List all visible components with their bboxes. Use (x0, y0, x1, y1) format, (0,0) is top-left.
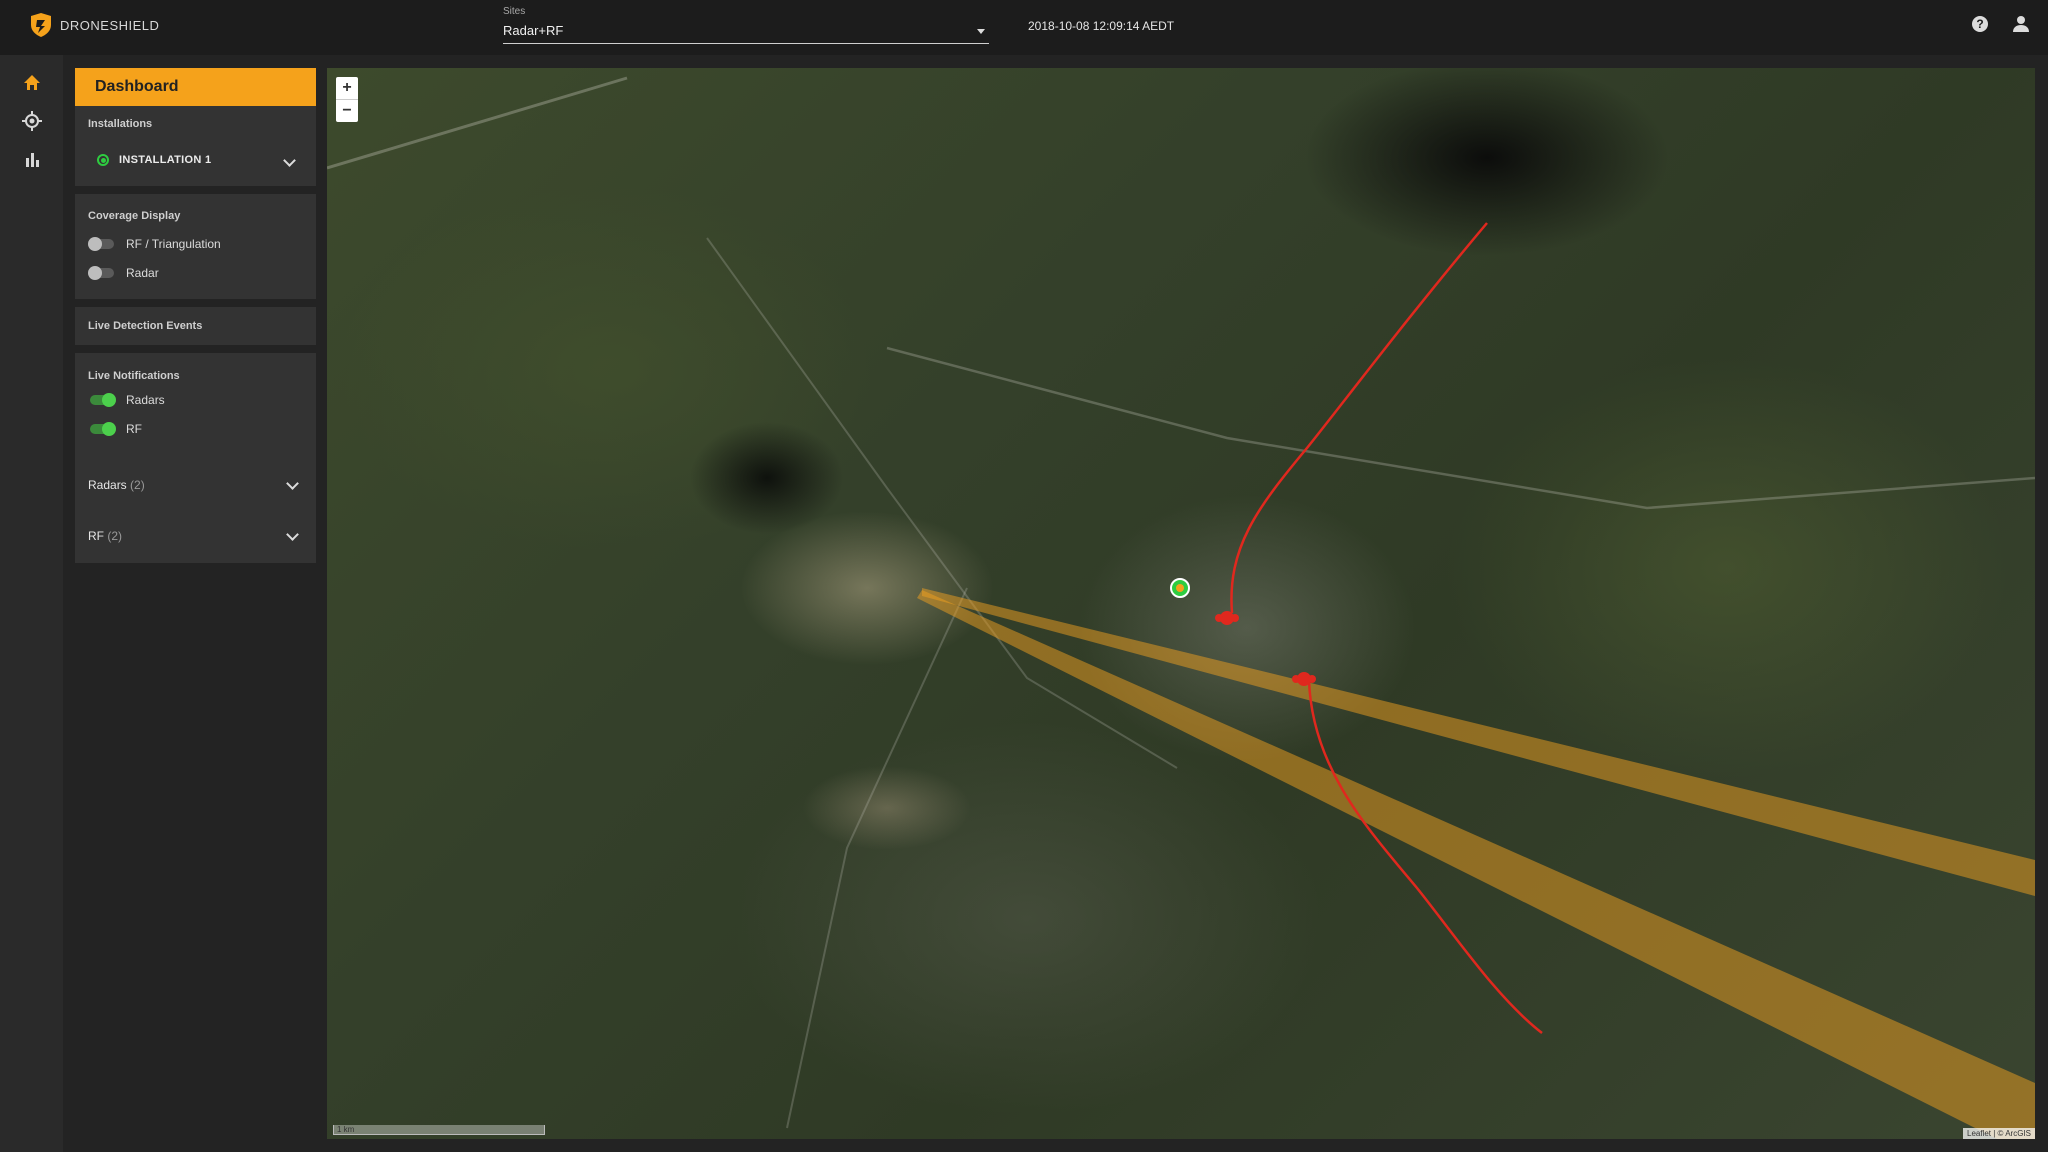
toggle-radars-row: Radars (88, 393, 165, 407)
radars-notification-toggle[interactable] (88, 393, 116, 407)
toggle-label: Radars (126, 393, 165, 407)
target-icon[interactable] (21, 110, 43, 132)
status-online-icon (97, 154, 109, 166)
zoom-out-button[interactable]: − (336, 99, 358, 122)
sites-select-field[interactable]: Radar+RF (503, 17, 989, 44)
icon-rail (0, 55, 63, 1152)
dropdown-caret-icon[interactable] (977, 29, 985, 34)
rf-notification-toggle[interactable] (88, 422, 116, 436)
top-bar: DRONESHIELD Sites Radar+RF 2018-10-08 12… (0, 0, 2048, 55)
zoom-control: + − (336, 77, 358, 122)
live-notifications-card: Live Notifications Radars RF Radars (2) … (75, 353, 316, 563)
brand-logo[interactable]: DRONESHIELD (30, 12, 159, 38)
installation-value: INSTALLATION 1 (119, 154, 212, 166)
sites-label: Sites (503, 6, 526, 17)
drone-marker-icon[interactable] (1215, 611, 1239, 625)
installation-select[interactable]: INSTALLATION 1 (97, 154, 211, 166)
radars-group-header[interactable]: Radars (2) (88, 478, 145, 492)
shield-logo-icon (31, 13, 51, 37)
live-detection-events-title: Live Detection Events (88, 320, 203, 332)
bar-chart-icon[interactable] (21, 149, 43, 171)
rf-triangulation-toggle[interactable] (88, 237, 116, 251)
group-count: (2) (107, 529, 123, 543)
toggle-rf-triangulation-row: RF / Triangulation (88, 237, 221, 251)
installations-card: Installations INSTALLATION 1 (75, 106, 316, 186)
map-scale-bar: 1 km (333, 1125, 545, 1135)
rf-group-header[interactable]: RF (2) (88, 529, 122, 543)
map-overlay (327, 76, 2035, 1139)
toggle-rf-row: RF (88, 422, 142, 436)
sites-select[interactable]: Sites Radar+RF (503, 6, 989, 44)
dashboard-panel: Dashboard Installations INSTALLATION 1 C… (75, 68, 316, 563)
toggle-label: RF (126, 422, 142, 436)
map-attribution[interactable]: Leaflet | © ArcGIS (1963, 1128, 2035, 1139)
toggle-label: Radar (126, 266, 159, 280)
coverage-display-card: Coverage Display RF / Triangulation Rada… (75, 194, 316, 299)
coverage-display-title: Coverage Display (88, 210, 181, 222)
chevron-down-icon[interactable] (283, 154, 296, 167)
current-datetime: 2018-10-08 12:09:14 AEDT (1028, 19, 1175, 33)
zoom-in-button[interactable]: + (336, 77, 358, 99)
help-icon[interactable]: ? (1972, 16, 1988, 32)
group-count: (2) (130, 478, 145, 492)
rf-bearing-beam (917, 590, 2035, 1139)
user-icon[interactable] (2012, 15, 2030, 33)
toggle-radar-row: Radar (88, 266, 159, 280)
group-label: RF (88, 529, 104, 543)
chevron-down-icon[interactable] (286, 528, 299, 541)
installations-title: Installations (88, 118, 153, 130)
home-icon[interactable] (21, 72, 43, 94)
radar-track (1230, 222, 1488, 614)
satellite-map[interactable]: + − 1 km Leaflet | © ArcGIS (327, 68, 2035, 1139)
dashboard-title: Dashboard (75, 68, 316, 106)
chevron-down-icon[interactable] (286, 477, 299, 490)
live-notifications-title: Live Notifications (88, 370, 180, 382)
brand-name: DRONESHIELD (60, 17, 160, 33)
sites-value: Radar+RF (503, 23, 564, 38)
group-label: Radars (88, 478, 127, 492)
radar-coverage-toggle[interactable] (88, 266, 116, 280)
toggle-label: RF / Triangulation (126, 237, 221, 251)
live-detection-events-card[interactable]: Live Detection Events (75, 307, 316, 345)
